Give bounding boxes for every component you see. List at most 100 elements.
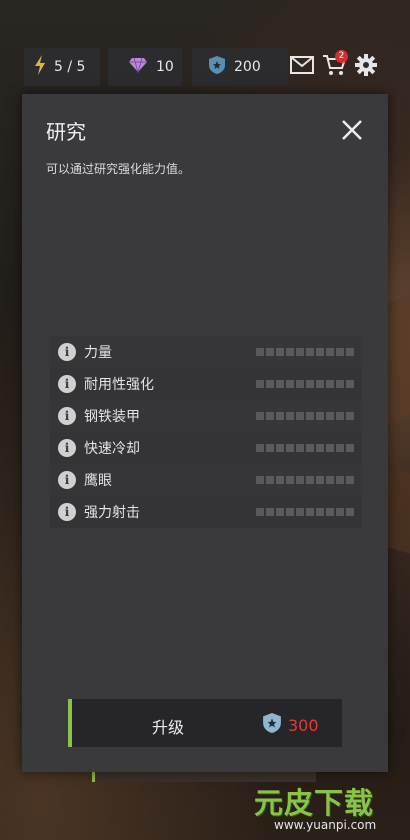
progress-segment <box>296 444 304 452</box>
watermark: 元皮下载 www.yuanpi.com <box>252 778 408 838</box>
upgrade-button[interactable]: 升级 300 <box>68 699 342 747</box>
top-hud: 5 / 5 10 200 2 <box>24 48 410 86</box>
info-icon[interactable]: i <box>58 343 76 361</box>
progress-segment <box>266 444 274 452</box>
progress-segment <box>316 508 324 516</box>
progress-segment <box>306 444 314 452</box>
progress-segment <box>336 508 344 516</box>
progress-segment <box>306 348 314 356</box>
lightning-icon <box>34 55 46 79</box>
progress-segment <box>346 476 354 484</box>
stat-row-steel-armor[interactable]: i 钢铁装甲 <box>50 400 362 432</box>
progress-segment <box>286 412 294 420</box>
watermark-logo: 元皮下载 <box>254 786 375 820</box>
progress-segment <box>256 412 264 420</box>
info-icon[interactable]: i <box>58 439 76 457</box>
shop-button[interactable]: 2 <box>320 50 348 80</box>
progress-segment <box>266 476 274 484</box>
progress-segment <box>256 348 264 356</box>
stat-row-fast-cooldown[interactable]: i 快速冷却 <box>50 432 362 464</box>
progress-segment <box>286 476 294 484</box>
stat-progress <box>256 380 354 388</box>
settings-button[interactable] <box>352 54 380 80</box>
progress-segment <box>336 348 344 356</box>
energy-value: 5 / 5 <box>54 59 86 75</box>
shield-star-icon <box>262 711 282 739</box>
progress-segment <box>346 508 354 516</box>
progress-segment <box>286 348 294 356</box>
progress-segment <box>326 444 334 452</box>
gem-counter[interactable]: 10 <box>108 48 182 86</box>
stat-progress <box>256 508 354 516</box>
progress-segment <box>306 380 314 388</box>
info-icon[interactable]: i <box>58 375 76 393</box>
stat-row-power-shot[interactable]: i 强力射击 <box>50 496 362 528</box>
upgrade-label: 升级 <box>152 718 185 737</box>
progress-segment <box>286 508 294 516</box>
stat-label: 鹰眼 <box>84 473 112 489</box>
stat-progress <box>256 476 354 484</box>
cost-value: 300 <box>288 715 319 735</box>
progress-segment <box>266 508 274 516</box>
info-icon[interactable]: i <box>58 503 76 521</box>
info-icon[interactable]: i <box>58 471 76 489</box>
watermark-url: www.yuanpi.com <box>274 818 377 832</box>
progress-segment <box>266 348 274 356</box>
stat-label: 强力射击 <box>84 505 140 521</box>
progress-segment <box>326 380 334 388</box>
mail-button[interactable] <box>288 54 316 80</box>
stat-label: 力量 <box>84 345 112 361</box>
progress-segment <box>296 348 304 356</box>
progress-segment <box>256 476 264 484</box>
stat-progress <box>256 412 354 420</box>
progress-segment <box>296 380 304 388</box>
close-button[interactable] <box>340 118 364 142</box>
shield-star-icon <box>208 55 226 79</box>
stat-row-durability[interactable]: i 耐用性强化 <box>50 368 362 400</box>
dialog-description: 可以通过研究强化能力值。 <box>46 162 191 176</box>
progress-segment <box>316 380 324 388</box>
progress-segment <box>286 444 294 452</box>
progress-segment <box>346 380 354 388</box>
gem-icon <box>128 57 148 77</box>
progress-segment <box>326 508 334 516</box>
gem-value: 10 <box>156 59 174 75</box>
progress-segment <box>276 508 284 516</box>
progress-segment <box>316 412 324 420</box>
progress-segment <box>346 412 354 420</box>
progress-segment <box>336 380 344 388</box>
progress-segment <box>306 508 314 516</box>
progress-segment <box>256 444 264 452</box>
notification-badge: 2 <box>335 50 348 63</box>
progress-segment <box>276 412 284 420</box>
progress-segment <box>276 444 284 452</box>
progress-segment <box>306 476 314 484</box>
stat-label: 钢铁装甲 <box>84 409 140 425</box>
stat-label: 快速冷却 <box>84 441 140 457</box>
dialog-title: 研究 <box>46 120 86 144</box>
energy-counter[interactable]: 5 / 5 <box>24 48 100 86</box>
progress-segment <box>266 380 274 388</box>
stat-label: 耐用性强化 <box>84 377 154 393</box>
progress-segment <box>336 412 344 420</box>
stat-row-eagle-eye[interactable]: i 鹰眼 <box>50 464 362 496</box>
info-icon[interactable]: i <box>58 407 76 425</box>
progress-segment <box>316 348 324 356</box>
research-stats-list: i 力量 i 耐用性强化 i 钢铁装甲 i 快速冷却 i 鹰眼 i 强力射击 <box>50 336 362 528</box>
stat-row-strength[interactable]: i 力量 <box>50 336 362 368</box>
close-icon <box>340 120 364 146</box>
progress-segment <box>316 444 324 452</box>
progress-segment <box>276 476 284 484</box>
research-dialog: 研究 可以通过研究强化能力值。 i 力量 i 耐用性强化 i 钢铁装甲 i 快速… <box>22 94 388 772</box>
token-counter[interactable]: 200 <box>192 48 288 86</box>
progress-segment <box>326 412 334 420</box>
stat-progress <box>256 444 354 452</box>
background-marker <box>92 772 95 782</box>
token-value: 200 <box>234 59 261 75</box>
progress-segment <box>316 476 324 484</box>
upgrade-cost: 300 <box>262 711 319 739</box>
progress-segment <box>346 444 354 452</box>
progress-segment <box>306 412 314 420</box>
progress-segment <box>276 380 284 388</box>
stat-progress <box>256 348 354 356</box>
